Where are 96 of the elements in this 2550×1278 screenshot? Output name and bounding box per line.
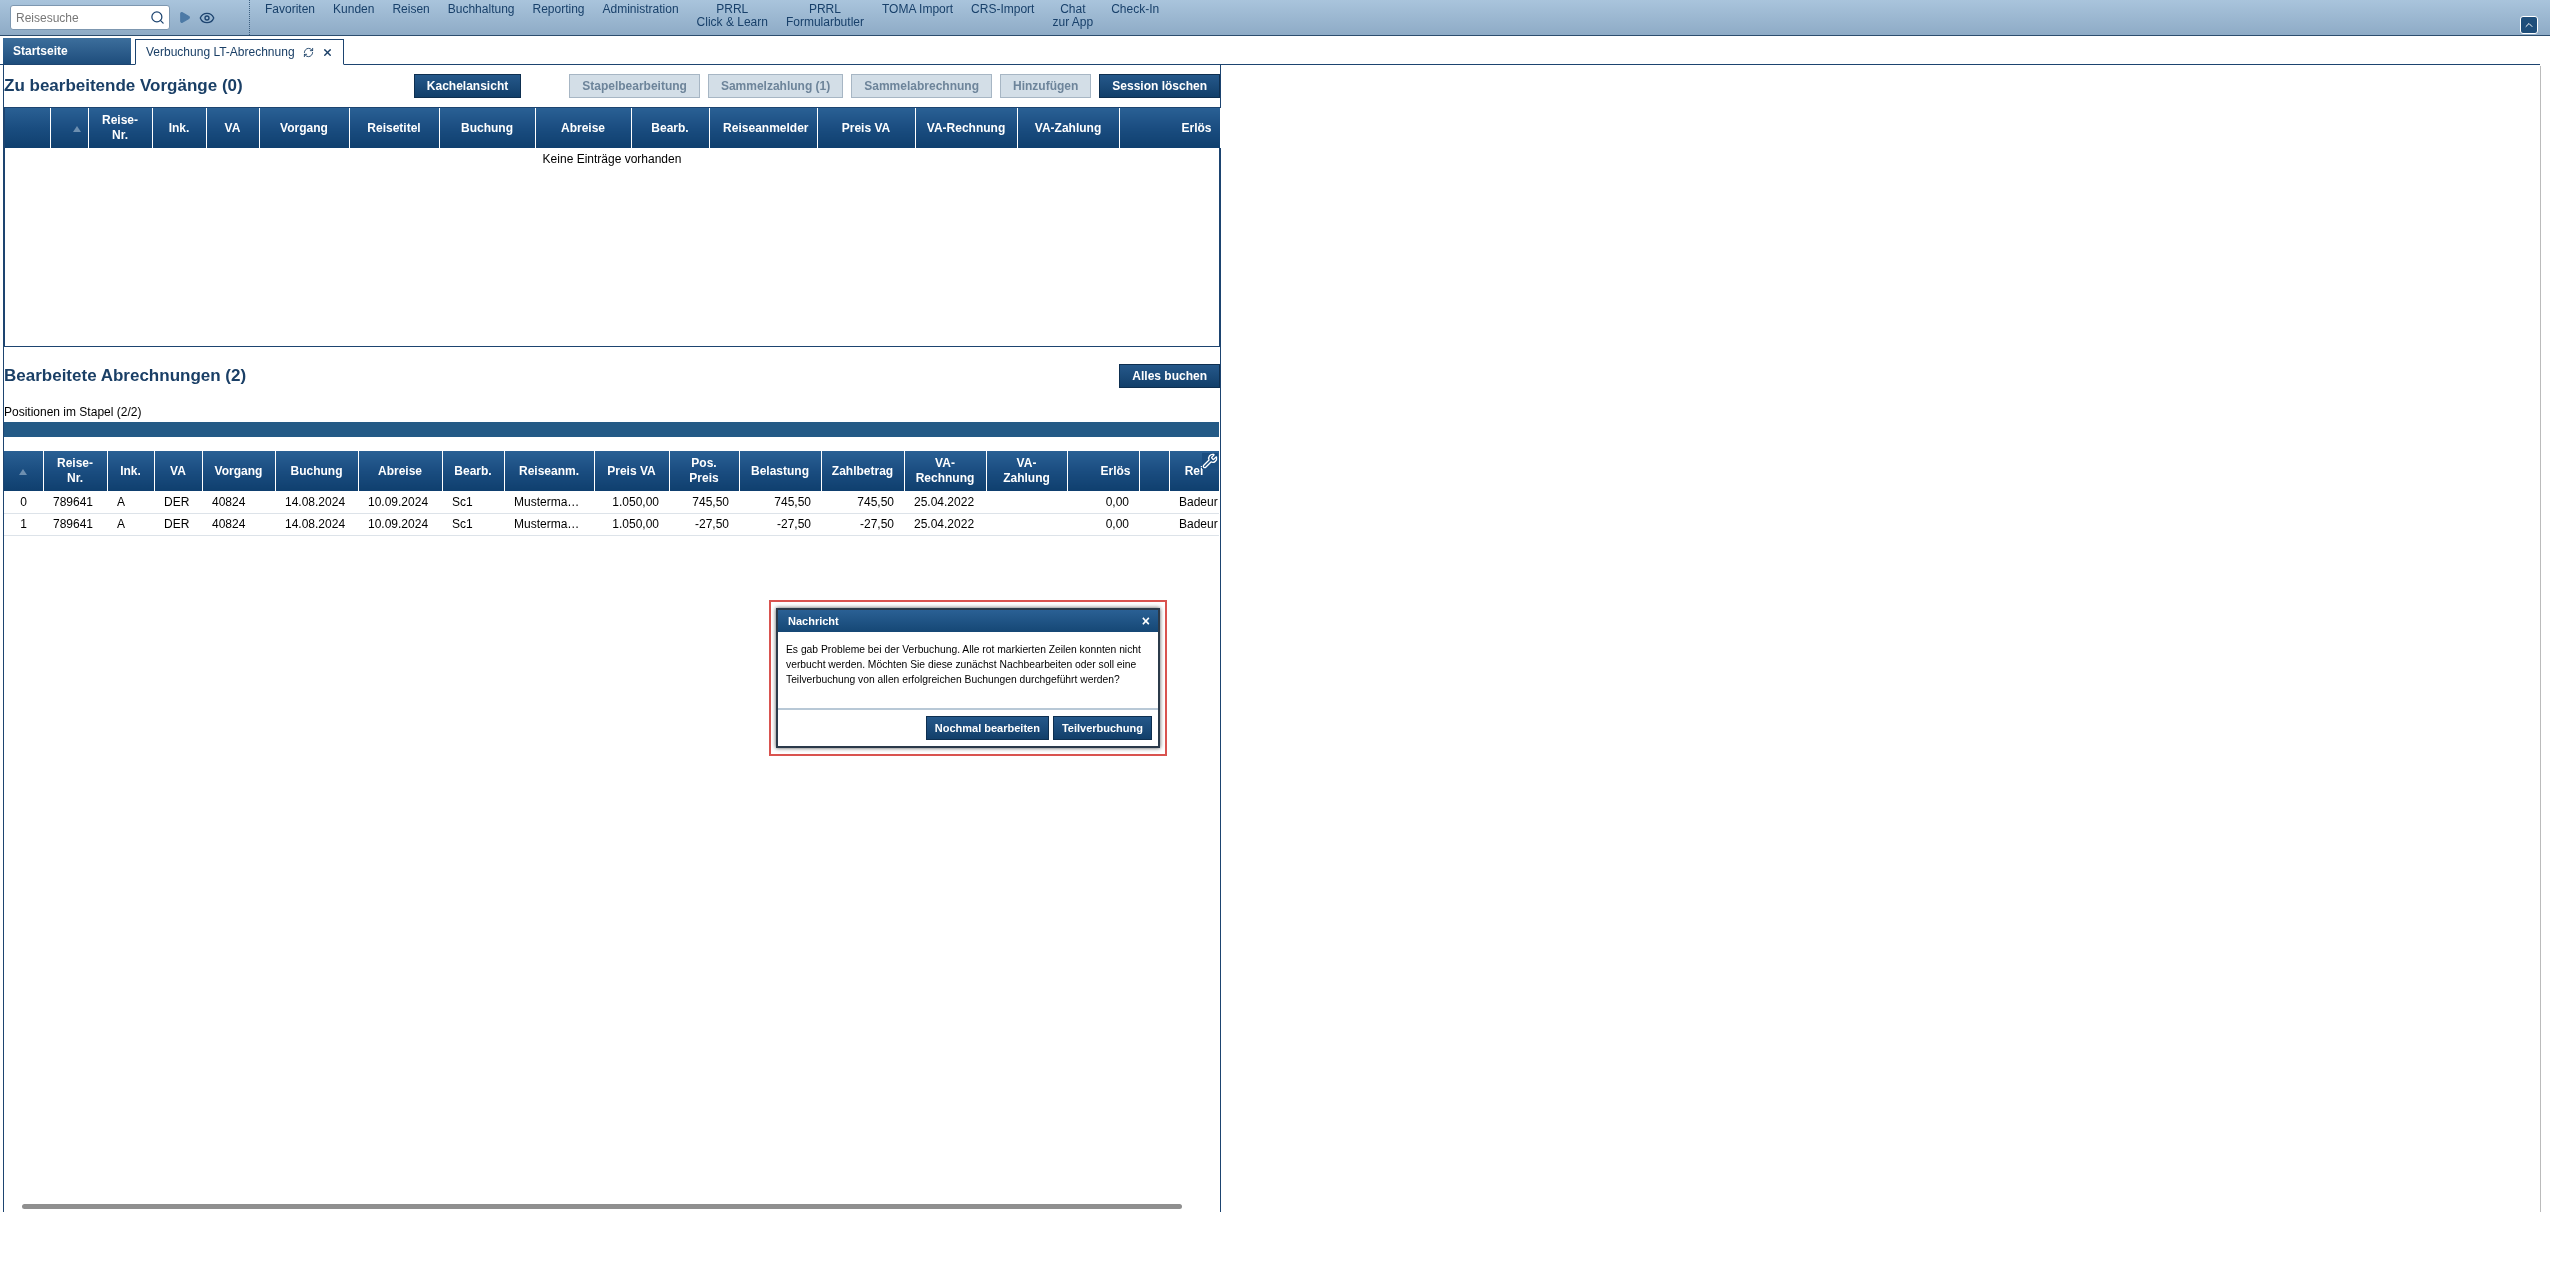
table-cell: 1 [4, 513, 43, 535]
column-header[interactable]: Ink. [107, 451, 154, 491]
table-cell: 25.04.2022 [904, 491, 986, 513]
table-cell: 1.050,00 [594, 513, 669, 535]
column-header[interactable]: Erlös [1067, 451, 1139, 491]
table-cell: 10.09.2024 [358, 491, 442, 513]
column-header[interactable]: Erlös [1119, 108, 1220, 148]
column-header[interactable]: VA-Rechnung [915, 108, 1017, 148]
table-cell: Musterma… [504, 513, 594, 535]
table-cell: 10.09.2024 [358, 513, 442, 535]
dialog-message: Es gab Probleme bei der Verbuchung. Alle rot markierten Zeilen konnten nicht verbucht werden. Möchten Sie diese zunächst Nachbearbeiten oder soll eine Teilverbuchung von allen erfolgreichen Buchungen durchgeführt werden? [778, 632, 1158, 710]
book-all-button[interactable]: Alles buchen [1119, 364, 1220, 388]
table-cell: Sc1 [442, 513, 504, 535]
table-cell: 40824 [202, 513, 275, 535]
search-icon[interactable] [150, 10, 165, 25]
close-icon[interactable] [321, 46, 333, 58]
progress-label: Positionen im Stapel (2/2) [4, 404, 143, 421]
dialog-button[interactable]: Nochmal bearbeiten [925, 716, 1049, 740]
table-cell: 745,50 [821, 491, 904, 513]
column-header[interactable]: VA [154, 451, 202, 491]
table-cell: 0,00 [1067, 491, 1139, 513]
column-header[interactable]: VA [206, 108, 259, 148]
collapse-button[interactable] [2520, 16, 2538, 34]
nav-item[interactable]: CRS-Import [962, 0, 1044, 16]
table-cell: 25.04.2022 [904, 513, 986, 535]
column-header[interactable]: Reisetitel [349, 108, 439, 148]
table-cell: DER [154, 513, 202, 535]
column-header[interactable]: Abreise [358, 451, 442, 491]
column-header[interactable]: VA- Zahlung [986, 451, 1067, 491]
column-header[interactable] [50, 108, 88, 148]
column-header[interactable]: Buchung [275, 451, 358, 491]
refresh-icon[interactable] [302, 46, 314, 58]
table-cell: -27,50 [669, 513, 739, 535]
nav-item[interactable]: Buchhaltung [438, 0, 524, 16]
wrench-icon[interactable] [1202, 453, 1218, 469]
tab-label: Startseite [13, 44, 68, 58]
tab-label: Verbuchung LT-Abrechnung [146, 45, 295, 59]
table-cell: Musterma… [504, 491, 594, 513]
table-cell: Sc1 [442, 491, 504, 513]
column-header[interactable]: Vorgang [259, 108, 349, 148]
table-cell: 40824 [202, 491, 275, 513]
table-cell: 745,50 [669, 491, 739, 513]
table-cell: 745,50 [739, 491, 821, 513]
empty-message: Keine Einträge vorhanden [541, 151, 683, 166]
table-cell: 14.08.2024 [275, 491, 358, 513]
table-cell: -27,50 [821, 513, 904, 535]
column-header[interactable]: Pos. Preis [669, 451, 739, 491]
nav-item[interactable]: Kunden [324, 0, 384, 16]
table-cell: Badeur [1169, 491, 1219, 513]
nav-item[interactable]: Administration [593, 0, 688, 16]
column-header[interactable]: Zahlbetrag [821, 451, 904, 491]
toolbar-button[interactable]: Kachelansicht [413, 74, 522, 98]
table-cell: 789641 [43, 491, 107, 513]
nav-item[interactable]: PRRL Formularbutler [776, 0, 873, 29]
column-header[interactable]: Buchung [439, 108, 535, 148]
column-header[interactable]: Reise- Nr. [88, 108, 152, 148]
nav-item[interactable]: PRRL Click & Learn [687, 0, 777, 29]
table-cell: DER [154, 491, 202, 513]
nav-item[interactable]: Favoriten [256, 0, 325, 16]
column-header[interactable]: Preis VA [817, 108, 915, 148]
search-field[interactable]: Reisesuche [10, 5, 170, 30]
column-header[interactable]: Abreise [535, 108, 631, 148]
table-cell: 14.08.2024 [275, 513, 358, 535]
nav-item[interactable]: Check-In [1102, 0, 1169, 16]
table-cell: 1.050,00 [594, 491, 669, 513]
section-title: Bearbeitete Abrechnungen (2) [4, 366, 247, 386]
table-cell: 0 [4, 491, 43, 513]
column-header[interactable]: Bearb. [631, 108, 709, 148]
column-header[interactable]: Ink. [152, 108, 206, 148]
table-cell: A [107, 491, 154, 513]
column-header[interactable]: Vorgang [202, 451, 275, 491]
nav-item[interactable]: Chat zur App [1043, 0, 1103, 29]
nav-item[interactable]: TOMA Import [872, 0, 963, 16]
column-header[interactable]: Preis VA [594, 451, 669, 491]
table-cell: 789641 [43, 513, 107, 535]
table-cell: -27,50 [739, 513, 821, 535]
column-header[interactable]: Reiseanm. [504, 451, 594, 491]
table-cell: Badeur [1169, 513, 1219, 535]
table-cell: A [107, 513, 154, 535]
dialog-title: Nachricht [788, 615, 839, 627]
column-header[interactable] [1139, 451, 1169, 491]
toolbar-button[interactable]: Session löschen [1099, 74, 1220, 98]
table-cell: 0,00 [1067, 513, 1139, 535]
nav-item[interactable]: Reporting [523, 0, 594, 16]
tab[interactable]: Startseite [3, 38, 131, 64]
tab[interactable]: Verbuchung LT-Abrechnung [135, 39, 344, 65]
column-header[interactable]: VA-Zahlung [1017, 108, 1119, 148]
dialog-button[interactable]: Teilverbuchung [1052, 716, 1152, 740]
column-header[interactable]: VA- Rechnung [904, 451, 986, 491]
nav-item[interactable]: Reisen [383, 0, 439, 16]
column-header[interactable]: Reiseanmelder [709, 108, 817, 148]
section-title: Zu bearbeitende Vorgänge (0) [4, 76, 243, 96]
column-header[interactable]: Belastung [739, 451, 821, 491]
column-header[interactable]: Bearb. [442, 451, 504, 491]
column-header[interactable]: Reise- Nr. [43, 451, 107, 491]
close-button[interactable]: × [1141, 613, 1150, 629]
